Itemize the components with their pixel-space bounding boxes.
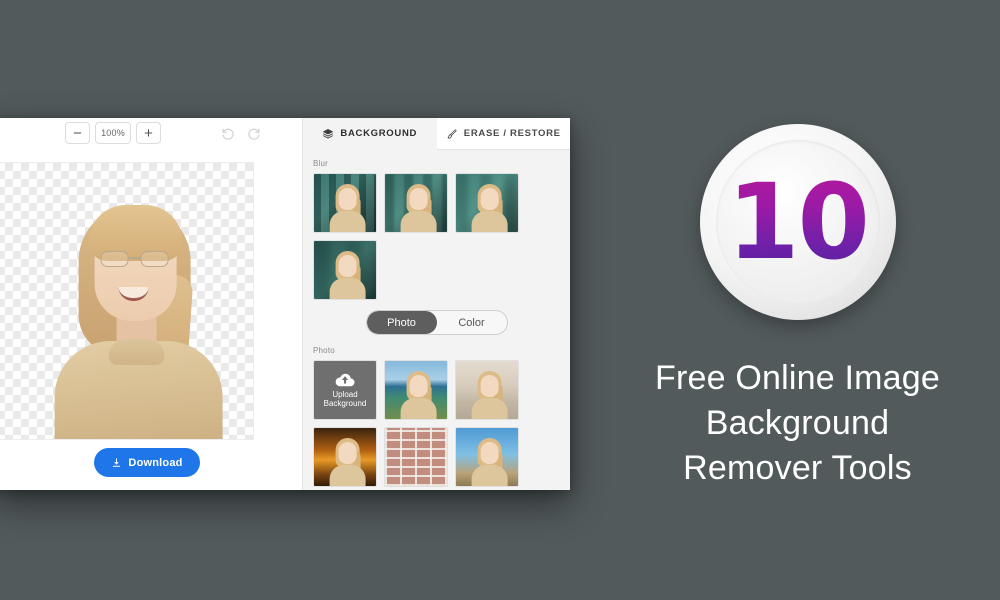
glasses-icon: [97, 251, 175, 267]
photo-thumbnail-grid: Upload Background: [313, 360, 560, 487]
blur-section-label: Blur: [313, 159, 329, 168]
blur-thumbnail-grid: [313, 173, 560, 300]
undo-icon: [222, 128, 234, 140]
background-thumb-brick[interactable]: [384, 427, 448, 487]
blur-thumb-4[interactable]: [313, 240, 377, 300]
promo-headline-line1: Free Online Image: [655, 359, 940, 397]
toggle-option-color[interactable]: Color: [437, 311, 507, 334]
photo-section-label: Photo: [313, 346, 335, 355]
tab-background[interactable]: BACKGROUND: [303, 118, 437, 150]
panel-body: Blur Photo Color Photo Upload Background: [303, 150, 570, 490]
redo-button[interactable]: [243, 122, 266, 145]
editor-toolbar: − 100% +: [0, 118, 302, 150]
background-panel: BACKGROUND ERASE / RESTORE Blur Photo Co…: [302, 118, 570, 490]
upload-background-tile[interactable]: Upload Background: [313, 360, 377, 420]
background-thumb-cafe[interactable]: [455, 360, 519, 420]
app-window: − 100% + Download BACKGROUND ERASE / RES…: [0, 118, 570, 490]
photo-color-toggle: Photo Color: [365, 310, 508, 335]
photo-color-toggle-row: Photo Color: [313, 310, 560, 335]
panel-tabs: BACKGROUND ERASE / RESTORE: [303, 118, 570, 150]
download-button-label: Download: [128, 456, 183, 469]
cloud-upload-icon: [335, 373, 355, 387]
promo-headline: Free Online Image Background Remover Too…: [655, 356, 940, 492]
number-badge: 10: [699, 124, 896, 320]
brush-icon: [447, 128, 457, 139]
layers-icon: [323, 128, 334, 139]
tab-erase-restore[interactable]: ERASE / RESTORE: [436, 118, 570, 150]
download-button[interactable]: Download: [94, 448, 200, 477]
image-canvas[interactable]: [0, 162, 254, 440]
history-controls: [216, 122, 266, 145]
blur-thumb-1[interactable]: [313, 173, 377, 233]
redo-icon: [248, 128, 260, 140]
promo-section: 10 Free Online Image Background Remover …: [595, 0, 1000, 600]
zoom-out-button[interactable]: −: [65, 122, 90, 144]
background-thumb-sunset[interactable]: [313, 427, 377, 487]
background-thumb-palms[interactable]: [455, 427, 519, 487]
tab-background-label: BACKGROUND: [340, 128, 418, 139]
promo-headline-line3: Remover Tools: [683, 449, 912, 488]
editor-area: − 100% + Download: [0, 118, 302, 490]
undo-button[interactable]: [216, 122, 239, 145]
blur-thumb-2[interactable]: [384, 173, 448, 233]
promo-headline-line2: Background: [705, 404, 890, 443]
badge-number: 10: [727, 161, 870, 283]
upload-label-line2: Background: [323, 399, 367, 408]
zoom-in-button[interactable]: +: [136, 122, 161, 144]
zoom-controls: − 100% +: [65, 122, 161, 144]
blur-thumb-3[interactable]: [455, 173, 519, 233]
download-icon: [113, 458, 121, 467]
upload-label-line1: Upload: [332, 389, 358, 399]
download-row: Download: [0, 448, 302, 477]
zoom-level-display[interactable]: 100%: [95, 122, 131, 144]
toggle-option-photo[interactable]: Photo: [366, 311, 437, 334]
tab-erase-restore-label: ERASE / RESTORE: [463, 128, 561, 139]
background-thumb-beach[interactable]: [384, 360, 448, 420]
cutout-portrait-image: [33, 179, 243, 439]
